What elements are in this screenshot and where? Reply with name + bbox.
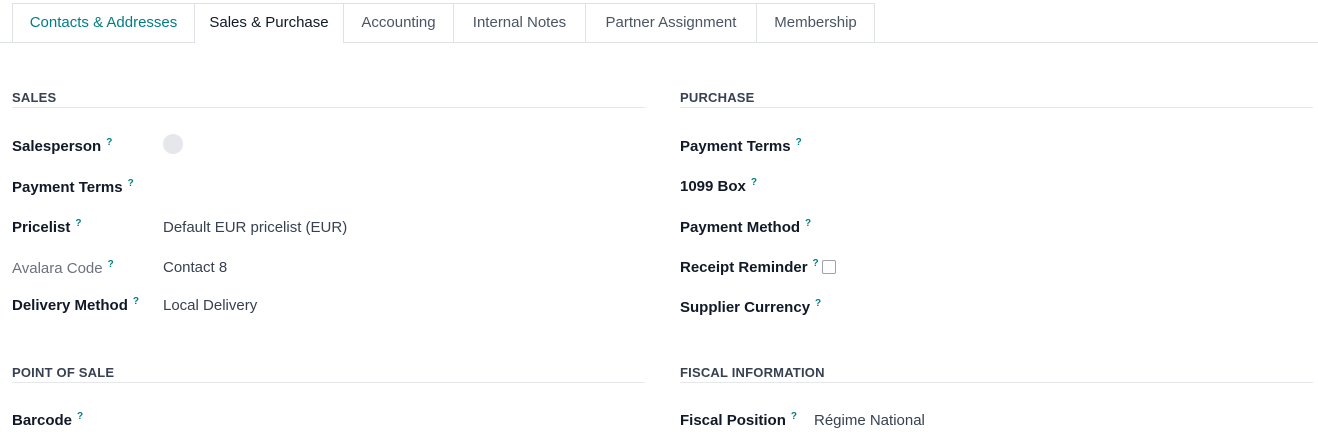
receipt-reminder-label-text: Receipt Reminder: [680, 259, 808, 276]
purchase-payment-terms-label: Payment Terms?: [680, 137, 802, 155]
salesperson-avatar-icon[interactable]: [163, 134, 183, 154]
tab-internal-notes[interactable]: Internal Notes: [453, 3, 586, 42]
purchase-section-title: PURCHASE: [680, 90, 755, 105]
pos-section-title: POINT OF SALE: [12, 365, 115, 380]
barcode-label: Barcode?: [12, 411, 83, 429]
avalara-code-label: Avalara Code?: [12, 259, 114, 277]
fiscal-section-title: FISCAL INFORMATION: [680, 365, 825, 380]
delivery-method-label-text: Delivery Method: [12, 297, 128, 314]
pos-section-divider: [12, 382, 645, 383]
box-1099-label-text: 1099 Box: [680, 178, 746, 195]
fiscal-position-label: Fiscal Position?: [680, 411, 797, 429]
salesperson-help-icon[interactable]: ?: [106, 137, 112, 148]
purchase-payment-terms-help-icon[interactable]: ?: [796, 137, 802, 148]
supplier-currency-help-icon[interactable]: ?: [815, 298, 821, 309]
barcode-label-text: Barcode: [12, 412, 73, 429]
supplier-currency-label: Supplier Currency?: [680, 298, 821, 316]
receipt-reminder-label: Receipt Reminder?: [680, 258, 819, 276]
pricelist-field[interactable]: Default EUR pricelist (EUR): [163, 219, 347, 236]
fiscal-position-field[interactable]: Régime National: [814, 412, 925, 429]
tab-sales-purchase[interactable]: Sales & Purchase: [194, 3, 344, 43]
sales-payment-terms-label: Payment Terms?: [12, 178, 134, 196]
payment-method-label: Payment Method?: [680, 218, 811, 236]
sales-payment-terms-help-icon[interactable]: ?: [128, 178, 134, 189]
notebook-tabs: Contacts & Addresses Sales & Purchase Ac…: [0, 0, 1318, 43]
box-1099-label: 1099 Box?: [680, 177, 757, 195]
fiscal-section-divider: [680, 382, 1313, 383]
salesperson-label-text: Salesperson: [12, 138, 102, 155]
avalara-code-field[interactable]: Contact 8: [163, 259, 227, 276]
purchase-payment-terms-label-text: Payment Terms: [680, 138, 791, 155]
sales-section-title: SALES: [12, 90, 57, 105]
pricelist-label-text: Pricelist: [12, 219, 71, 236]
payment-method-help-icon[interactable]: ?: [805, 218, 811, 229]
fiscal-position-help-icon[interactable]: ?: [791, 411, 797, 422]
barcode-help-icon[interactable]: ?: [77, 411, 83, 422]
pricelist-help-icon[interactable]: ?: [75, 218, 81, 229]
tab-membership[interactable]: Membership: [756, 3, 875, 42]
purchase-section-divider: [680, 107, 1313, 108]
tab-partner-assignment[interactable]: Partner Assignment: [585, 3, 757, 42]
avalara-code-help-icon[interactable]: ?: [108, 259, 114, 270]
delivery-method-help-icon[interactable]: ?: [133, 296, 139, 307]
delivery-method-field[interactable]: Local Delivery: [163, 297, 257, 314]
payment-method-label-text: Payment Method: [680, 219, 801, 236]
salesperson-label: Salesperson?: [12, 137, 112, 155]
sales-section-divider: [12, 107, 645, 108]
pricelist-label: Pricelist?: [12, 218, 81, 236]
tab-accounting[interactable]: Accounting: [343, 3, 454, 42]
fiscal-position-label-text: Fiscal Position: [680, 412, 786, 429]
delivery-method-label: Delivery Method?: [12, 296, 139, 314]
tab-contacts-addresses[interactable]: Contacts & Addresses: [12, 3, 195, 42]
receipt-reminder-help-icon[interactable]: ?: [813, 258, 819, 269]
sales-payment-terms-label-text: Payment Terms: [12, 179, 123, 196]
supplier-currency-label-text: Supplier Currency: [680, 299, 811, 316]
box-1099-help-icon[interactable]: ?: [751, 177, 757, 188]
receipt-reminder-checkbox-icon[interactable]: [822, 260, 836, 274]
avalara-code-label-text: Avalara Code: [12, 260, 103, 277]
